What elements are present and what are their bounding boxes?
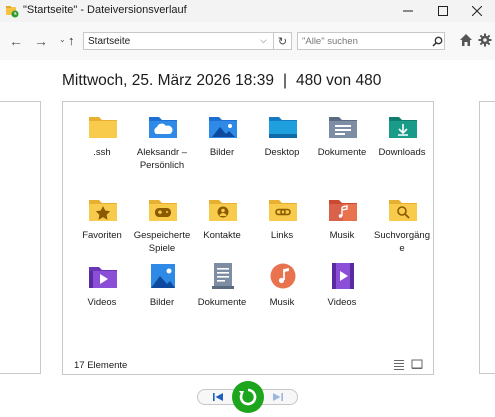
back-arrow-icon[interactable]: ← <box>9 34 23 48</box>
item-label: Bilder <box>209 147 235 158</box>
pictures-library-icon <box>151 264 175 288</box>
item-count: 17 Elemente <box>74 360 128 371</box>
window-title: "Startseite" - Dateiversionsverlauf <box>23 4 187 16</box>
videos-library-icon <box>332 263 354 289</box>
version-counter: 480 von 480 <box>295 72 382 89</box>
navigation-bar: ← → ⌄ ↑ Startseite ⌵ ↻ "Alle" suchen <box>0 22 495 60</box>
skip-previous-icon <box>213 393 223 401</box>
up-arrow-icon[interactable]: ↑ <box>68 33 75 48</box>
item-label: Aleksandr – Persönlich <box>136 147 188 171</box>
favorites-folder-icon <box>89 200 117 221</box>
gear-icon[interactable] <box>478 33 492 47</box>
search-icon <box>432 36 443 47</box>
item-label: Musik <box>269 297 295 308</box>
item-label: Gespeicherte Spiele <box>133 230 191 254</box>
videos-folder-icon <box>89 267 117 288</box>
links-folder-icon <box>269 200 297 221</box>
contacts-folder-icon <box>209 200 237 221</box>
skip-next-icon <box>273 393 283 401</box>
pictures-folder-icon <box>209 117 237 138</box>
item-label: Favoriten <box>82 230 122 241</box>
item-label: Musik <box>329 230 355 241</box>
search-placeholder: "Alle" suchen <box>302 36 358 47</box>
forward-arrow-icon[interactable]: → <box>34 34 48 48</box>
maximize-button[interactable] <box>425 0 461 22</box>
previous-version-panel[interactable] <box>0 101 41 374</box>
searches-folder-icon <box>389 200 417 221</box>
search-input[interactable]: "Alle" suchen <box>297 32 445 50</box>
file-history-app-icon <box>6 6 19 18</box>
version-date: Mittwoch, 25. März 2026 18:39 <box>62 72 274 89</box>
downloads-folder-icon <box>389 117 417 138</box>
address-text: Startseite <box>88 36 131 47</box>
recent-locations-chevron-icon[interactable]: ⌄ <box>59 35 66 44</box>
documents-library-icon <box>212 263 234 289</box>
item-label: Videos <box>327 297 357 308</box>
saved-games-folder-icon <box>149 200 177 221</box>
refresh-button[interactable]: ↻ <box>274 32 292 50</box>
item-label: Links <box>270 230 294 241</box>
home-icon[interactable] <box>459 33 473 47</box>
documents-folder-icon <box>329 117 357 138</box>
item-label: Desktop <box>264 147 300 158</box>
close-button[interactable] <box>459 0 495 22</box>
folder-icon <box>89 117 117 138</box>
next-version-panel[interactable] <box>479 101 495 374</box>
item-label: Bilder <box>149 297 175 308</box>
item-label: Dokumente <box>197 297 247 308</box>
desktop-folder-icon <box>269 117 297 138</box>
close-icon <box>472 6 482 16</box>
minimize-icon <box>403 10 413 12</box>
maximize-icon <box>438 6 448 16</box>
address-dropdown-icon[interactable]: ⌵ <box>260 35 267 46</box>
details-view-icon[interactable] <box>393 358 405 370</box>
refresh-icon: ↻ <box>277 35 288 48</box>
restore-icon <box>239 388 257 406</box>
item-label: Videos <box>87 297 117 308</box>
current-version-panel: .ssh Aleksandr – Persönlich Bilder Deskt… <box>62 101 434 375</box>
next-version-button[interactable] <box>264 390 292 404</box>
music-folder-icon <box>329 200 357 221</box>
minimize-button[interactable] <box>390 0 426 22</box>
item-label: Kontakte <box>203 230 241 241</box>
header-separator: | <box>282 72 287 89</box>
item-label: Dokumente <box>317 147 367 158</box>
address-bar[interactable]: Startseite ⌵ <box>83 32 274 50</box>
restore-button[interactable] <box>232 381 264 413</box>
item-label: .ssh <box>93 147 111 158</box>
item-label: Downloads <box>378 147 426 158</box>
previous-version-button[interactable] <box>204 390 232 404</box>
title-bar: "Startseite" - Dateiversionsverlauf <box>0 0 495 22</box>
large-icons-view-icon[interactable] <box>411 358 423 370</box>
version-header: Mittwoch, 25. März 2026 18:39 | 480 von 48… <box>62 72 381 90</box>
music-library-icon <box>270 263 296 289</box>
onedrive-folder-icon <box>149 117 177 138</box>
item-label: Suchvorgänge <box>374 230 430 254</box>
